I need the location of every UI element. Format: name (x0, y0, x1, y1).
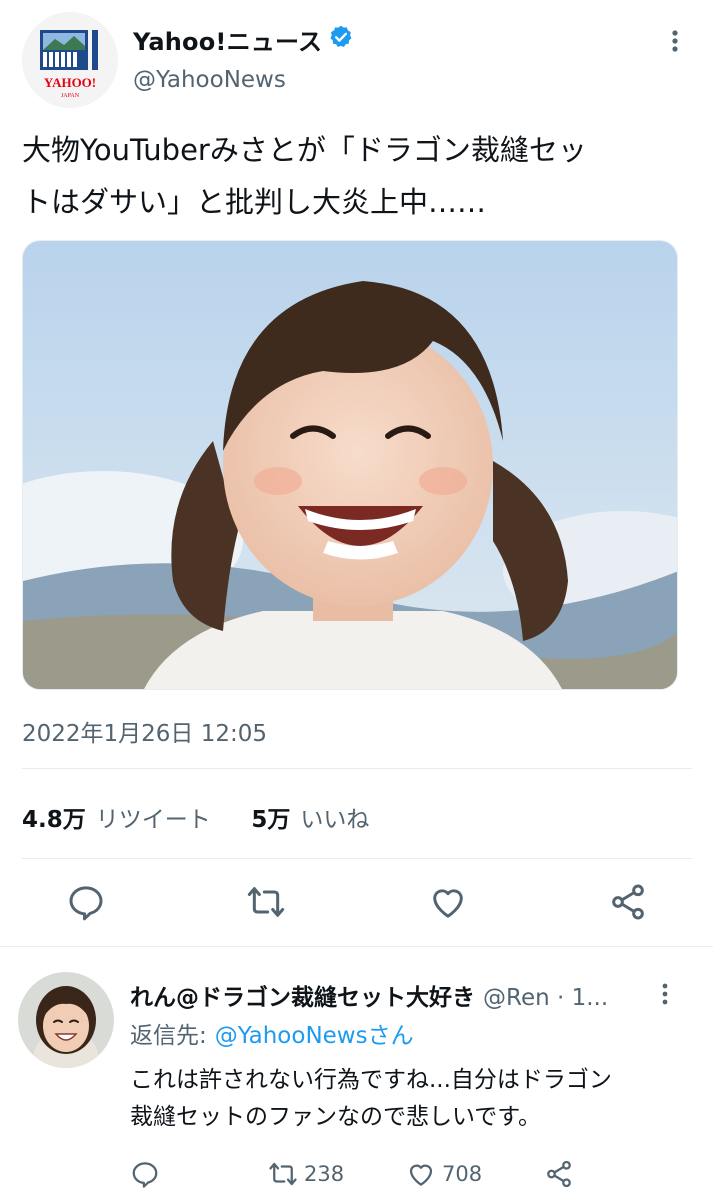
logo-subtext: JAPAN (61, 93, 80, 99)
reply-author-avatar[interactable] (18, 972, 114, 1068)
heart-icon[interactable] (428, 882, 468, 922)
retweet-icon[interactable] (246, 882, 286, 922)
likes-stat[interactable]: 5万 いいね (251, 807, 369, 833)
reply-to-handle-link[interactable]: @YahooNewsさん (215, 1023, 414, 1049)
reply-to-label: 返信先: (130, 1023, 207, 1049)
reply-icon[interactable] (66, 882, 106, 922)
tweet-text-line: 大物YouTuberみさとが「ドラゴン裁縫セッ (22, 133, 587, 167)
tweet-text: 大物YouTuberみさとが「ドラゴン裁縫セッ トはダサい」と批判し大炎上中…… (22, 124, 692, 228)
reply-author-handle[interactable]: @Ren · 1... (483, 985, 608, 1011)
smiling-girl-photo (23, 241, 677, 689)
divider (0, 946, 713, 947)
reply-author-name[interactable]: れん@ドラゴン裁縫セット大好き (130, 985, 475, 1011)
reply-icon (132, 1162, 158, 1188)
reply-header: れん@ドラゴン裁縫セット大好き @Ren · 1... (130, 978, 608, 1012)
reply-share-button[interactable] (544, 1158, 574, 1190)
avatar-photo (18, 972, 114, 1068)
more-vertical-icon[interactable] (655, 980, 675, 1008)
reply-like-count: 708 (442, 1162, 483, 1186)
tweet-header: YAHOO! JAPAN Yahoo!ニュース @YahooNews (0, 0, 713, 110)
reply-text-line: 裁縫セットのファンなので悲しいです。 (130, 1104, 542, 1130)
verified-badge-icon (330, 25, 352, 47)
reply-text-line: これは許されない行為ですね...自分はドラゴン (130, 1067, 612, 1093)
heart-icon (409, 1164, 433, 1186)
divider (22, 858, 692, 859)
tweet-stats: 4.8万 リツイート 5万 いいね (22, 800, 369, 834)
reply-like-button[interactable]: 708 (406, 1158, 482, 1190)
retweet-icon (269, 1162, 297, 1186)
retweets-label: リツイート (95, 807, 211, 833)
logo-text: YAHOO! (44, 75, 96, 90)
author-name[interactable]: Yahoo!ニュース (133, 22, 322, 57)
retweets-stat[interactable]: 4.8万 リツイート (22, 807, 218, 833)
reply-retweet-count: 238 (304, 1162, 345, 1186)
yahoo-news-avatar[interactable]: YAHOO! JAPAN (22, 12, 118, 108)
reply-text: これは許されない行為ですね...自分はドラゴン 裁縫セットのファンなので悲しいで… (130, 1062, 690, 1136)
tweet-timestamp[interactable]: 2022年1月26日 12:05 (22, 714, 267, 748)
reply-to-line: 返信先: @YahooNewsさん (130, 1016, 414, 1050)
share-icon[interactable] (608, 882, 648, 922)
more-vertical-icon[interactable] (664, 26, 686, 56)
tweet-text-line: トはダサい」と批判し大炎上中…… (22, 185, 487, 219)
reply-reply-button[interactable] (130, 1158, 160, 1190)
tweet-photo[interactable] (22, 240, 678, 690)
yahoo-news-logo: YAHOO! JAPAN (22, 12, 118, 108)
likes-count: 5万 (251, 807, 291, 833)
share-icon (547, 1160, 571, 1188)
reply-retweet-button[interactable]: 238 (268, 1158, 344, 1190)
divider (22, 768, 692, 769)
likes-label: いいね (300, 807, 370, 833)
author-handle[interactable]: @YahooNews (133, 67, 286, 93)
retweets-count: 4.8万 (22, 807, 86, 833)
